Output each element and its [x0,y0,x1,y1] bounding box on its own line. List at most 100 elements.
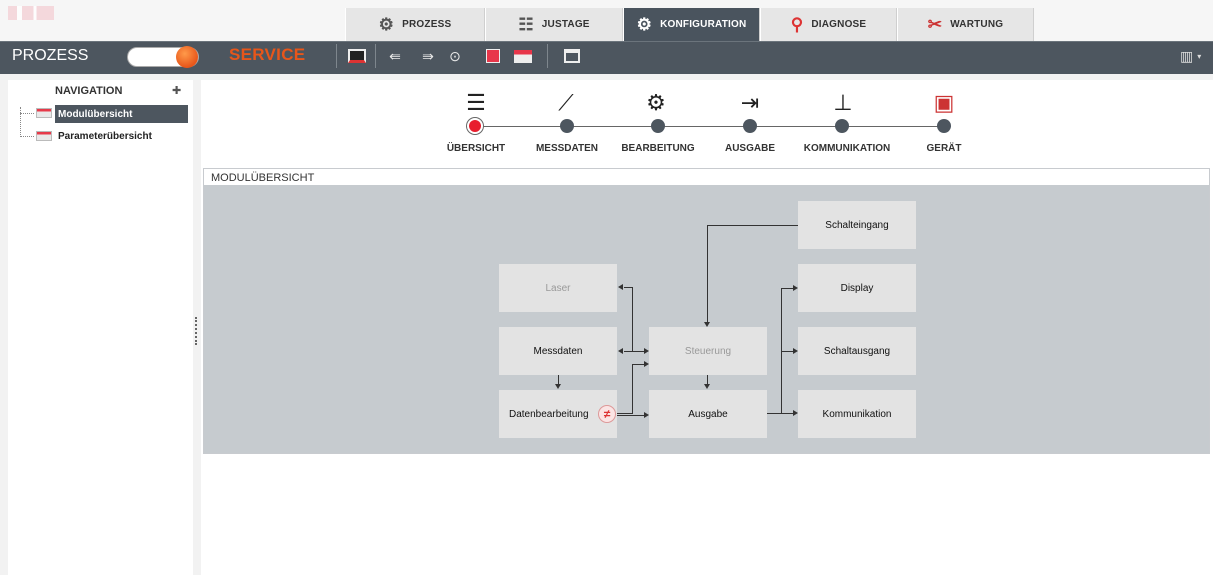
connector [617,413,633,414]
export-icon: ⇛ [422,47,434,64]
step-dot-bearbeitung[interactable] [651,119,665,133]
module-kommunikation[interactable]: Kommunikation [798,390,916,438]
folder-icon [36,108,52,118]
network-icon[interactable]: ⊥ [828,88,858,118]
service-label: SERVICE [229,45,306,64]
toolbar-divider [375,44,376,68]
navigation-sidebar [8,80,193,575]
window-icon [564,49,580,63]
arrow-icon [618,348,623,354]
pin-icon[interactable]: ✚ [172,84,181,97]
sidebar-item-label: Modulübersicht [58,108,133,120]
list-icon[interactable]: ☰ [461,88,491,118]
mode-toggle-knob[interactable] [176,46,198,68]
connector [624,287,632,288]
not-equal-icon[interactable]: ≠ [598,405,616,423]
tree-line [20,113,34,115]
import-button[interactable]: ⇚ [384,46,406,66]
arrow-icon [555,384,561,389]
step-dot-geraet[interactable] [937,119,951,133]
connector [781,413,793,414]
panel-title: MODULÜBERSICHT [211,172,315,184]
connector [781,288,793,289]
tree-line [20,107,22,137]
device-icon: ▥ [1180,47,1194,64]
connector [767,413,781,414]
connector [707,225,798,226]
export-button[interactable]: ⇛ [417,46,439,66]
chevron-down-icon: ▾ [1197,51,1202,61]
sidebar-item-parameteruebersicht[interactable]: Parameterübersicht [55,127,188,145]
module-label: Messdaten [533,345,583,357]
step-label[interactable]: MESSDATEN [517,143,617,154]
module-messdaten[interactable]: Messdaten [499,327,617,375]
sliders-icon: ☷ [518,15,534,34]
tab-justage[interactable]: ☷ JUSTAGE [485,8,623,41]
connector [624,351,644,352]
stethoscope-icon: ⚲ [790,15,804,34]
load-button[interactable] [512,46,534,66]
module-steuerung[interactable]: Steuerung [649,327,767,375]
step-label[interactable]: KOMMUNIKATION [797,143,897,154]
save-button[interactable] [482,46,504,66]
step-dot-kommunikation[interactable] [835,119,849,133]
module-label: Schaltausgang [823,345,891,357]
config-gears-icon: ⚙ [636,15,653,34]
module-label: Display [840,282,874,294]
sidebar-item-label: Parameterübersicht [58,130,152,142]
connector [781,351,793,352]
module-label: Steuerung [684,345,732,357]
folder-icon [514,49,532,63]
module-display[interactable]: Display [798,264,916,312]
device-menu-button[interactable]: ▥ ▾ [1180,47,1206,65]
reset-icon: ⊙ [449,47,461,64]
connector [632,287,633,351]
tab-wartung[interactable]: ✂ WARTUNG [897,8,1034,41]
window-button[interactable] [561,46,583,66]
module-label: Schalteingang [825,219,889,231]
module-laser[interactable]: Laser [499,264,617,312]
module-ausgabe[interactable]: Ausgabe [649,390,767,438]
monitor-icon [348,49,366,63]
module-label: Kommunikation [822,408,892,420]
module-label: Laser [545,282,571,294]
module-label: Ausgabe [688,408,728,420]
tab-prozess[interactable]: ⚙ PROZESS [345,8,485,41]
connector [632,364,633,414]
import-icon: ⇚ [389,47,401,64]
line-chart-icon[interactable]: ⟋ [551,88,581,118]
step-label[interactable]: GERÄT [894,143,994,154]
reset-button[interactable]: ⊙ [444,46,466,66]
export-icon[interactable]: ⇥ [735,88,765,118]
step-dot-uebersicht[interactable] [469,120,481,132]
monitor-button[interactable] [346,46,368,66]
connector [617,415,644,416]
step-label[interactable]: BEARBEITUNG [608,143,708,154]
module-schaltausgang[interactable]: Schaltausgang [798,327,916,375]
folder-icon [36,131,52,141]
chart-gear-icon[interactable]: ⚙ [641,88,671,118]
step-connector [476,126,944,127]
splitter-grip[interactable] [195,317,199,345]
device-icon[interactable]: ▣ [929,88,959,118]
arrow-icon [618,284,623,290]
gears-icon: ⚙ [378,15,395,34]
tab-konfiguration[interactable]: ⚙ KONFIGURATION [623,8,760,41]
step-dot-messdaten[interactable] [560,119,574,133]
sidebar-item-moduluebersicht[interactable]: Modulübersicht [55,105,188,123]
step-label[interactable]: AUSGABE [700,143,800,154]
toolbar-divider [547,44,548,68]
module-label: Datenbearbeitung [509,408,589,420]
navigation-title: NAVIGATION [55,85,123,97]
step-dot-ausgabe[interactable] [743,119,757,133]
tools-icon: ✂ [927,15,943,34]
mode-label: PROZESS [12,47,89,64]
step-label[interactable]: ÜBERSICHT [426,143,526,154]
arrow-icon [704,384,710,389]
tab-diagnose[interactable]: ⚲ DIAGNOSE [760,8,897,41]
brand-logo [8,6,54,20]
module-schalteingang[interactable]: Schalteingang [798,201,916,249]
connector [707,225,708,323]
tree-line [20,136,34,138]
connector [632,364,644,365]
